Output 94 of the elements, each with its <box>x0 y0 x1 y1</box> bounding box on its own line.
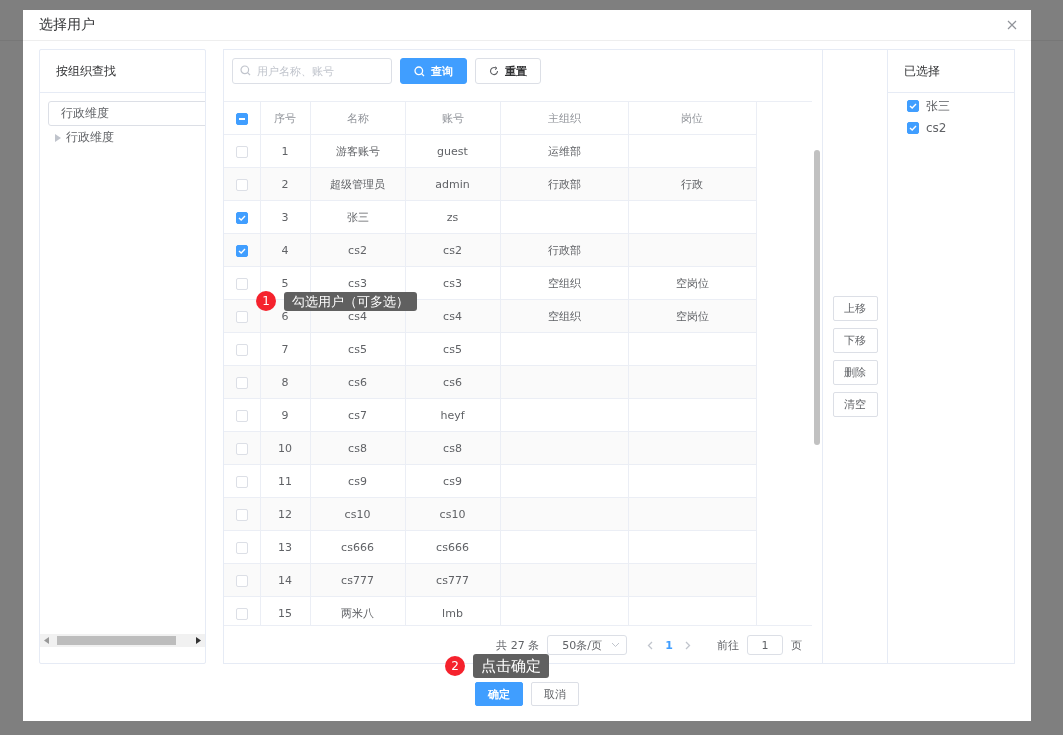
table-cell: 5 <box>281 276 289 290</box>
table-cell: cs8 <box>348 441 367 455</box>
selected-user: cs2 <box>926 121 947 135</box>
table-cell: 空岗位 <box>675 309 709 323</box>
table-cell: 8 <box>281 375 289 389</box>
column-header: 名称 <box>310 102 405 135</box>
table-cell: cs9 <box>443 474 462 488</box>
dialog-title: 选择用户 <box>39 16 95 34</box>
goto-label: 前往 <box>717 637 739 653</box>
prev-page-icon[interactable] <box>647 640 654 650</box>
table-cell: cs666 <box>341 540 374 554</box>
table-cell: zs <box>446 210 459 224</box>
table-cell: lmb <box>442 606 463 620</box>
refresh-icon <box>489 66 499 76</box>
table-cell: 空岗位 <box>675 276 709 290</box>
action-button[interactable]: 下移 <box>832 328 878 353</box>
filter-field[interactable]: 行政维度 <box>48 101 205 126</box>
row-checkbox[interactable] <box>235 244 248 257</box>
table-cell: 游客账号 <box>335 144 380 158</box>
search-icon <box>414 65 425 77</box>
scroll-right-icon[interactable] <box>196 637 201 644</box>
table-cell: cs777 <box>436 573 469 587</box>
table-cell: 空组织 <box>547 276 581 290</box>
panel-title: 已选择 <box>904 62 940 80</box>
table-cell: admin <box>435 177 470 191</box>
table-cell: cs5 <box>443 342 462 356</box>
row-checkbox[interactable] <box>235 211 248 224</box>
table-cell: 10 <box>278 441 292 455</box>
table-cell: cs4 <box>348 309 367 323</box>
tree-item[interactable]: 行政维度 <box>66 129 114 146</box>
select-all-checkbox[interactable] <box>235 112 248 125</box>
table-cell: guest <box>437 144 468 158</box>
table-cell: 1 <box>281 144 289 158</box>
table-cell: 行政部 <box>547 243 581 257</box>
column-header: 主组织 <box>500 102 628 135</box>
table-cell: 6 <box>281 309 289 323</box>
page-input[interactable]: 1 <box>747 635 783 655</box>
table-cell: 12 <box>278 507 292 521</box>
search-icon <box>240 65 251 76</box>
table-cell: 两米八 <box>341 606 374 620</box>
scrollbar[interactable] <box>814 150 820 445</box>
table-cell: cs9 <box>348 474 367 488</box>
action-button[interactable]: 上移 <box>832 296 878 321</box>
table-cell: cs3 <box>348 276 367 290</box>
table-cell: 运维部 <box>547 144 581 158</box>
table-cell: cs666 <box>436 540 469 554</box>
table-cell: 14 <box>278 573 292 587</box>
table-cell: 4 <box>281 243 289 257</box>
expand-icon[interactable] <box>55 133 61 142</box>
page-size-select[interactable]: 50条/页 <box>547 635 628 655</box>
table-cell: 空组织 <box>547 309 581 323</box>
table-cell: 15 <box>278 606 292 620</box>
page-suffix: 页 <box>791 637 802 653</box>
table-cell: cs5 <box>348 342 367 356</box>
table-cell: cs8 <box>443 441 462 455</box>
action-button[interactable]: 删除 <box>832 360 878 385</box>
table-cell: 13 <box>278 540 292 554</box>
item-checkbox[interactable] <box>907 100 919 112</box>
table-cell: cs2 <box>443 243 462 257</box>
scrollbar[interactable] <box>40 634 205 647</box>
column-header: 账号 <box>405 102 500 135</box>
close-icon[interactable] <box>1007 20 1017 30</box>
action-button[interactable]: 清空 <box>832 392 878 417</box>
total-count: 共 27 条 <box>496 637 540 653</box>
item-checkbox[interactable] <box>907 122 919 134</box>
table-cell: 7 <box>281 342 289 356</box>
table-cell: 超级管理员 <box>330 177 385 191</box>
cancel-button[interactable]: 取消 <box>531 682 579 706</box>
table-cell: 9 <box>281 408 289 422</box>
table-cell: cs2 <box>348 243 367 257</box>
table-cell: 2 <box>281 177 289 191</box>
table-cell: cs6 <box>348 375 367 389</box>
table-cell: cs7 <box>348 408 367 422</box>
selected-user: 张三 <box>926 97 950 115</box>
table-cell: 行政 <box>681 177 703 191</box>
table-cell: cs10 <box>439 507 466 521</box>
next-page-icon[interactable] <box>685 640 691 650</box>
column-header: 序号 <box>260 102 310 135</box>
column-header: 岗位 <box>628 102 756 135</box>
table-cell: cs10 <box>344 507 371 521</box>
table-cell: heyf <box>440 408 465 422</box>
reset-button[interactable]: 重置 <box>475 58 541 84</box>
table-cell: cs6 <box>443 375 462 389</box>
table-cell: 11 <box>278 474 292 488</box>
table-cell: cs3 <box>443 276 462 290</box>
chevron-down-icon <box>611 642 621 648</box>
scroll-left-icon[interactable] <box>44 637 49 644</box>
table-cell: 行政部 <box>547 177 581 191</box>
table-cell: 3 <box>281 210 289 224</box>
table-cell: 张三 <box>346 210 369 224</box>
panel-title: 按组织查找 <box>56 62 116 80</box>
table-cell: cs4 <box>443 309 462 323</box>
table-cell: cs777 <box>341 573 374 587</box>
tooltip: 点击确定 <box>473 654 549 678</box>
